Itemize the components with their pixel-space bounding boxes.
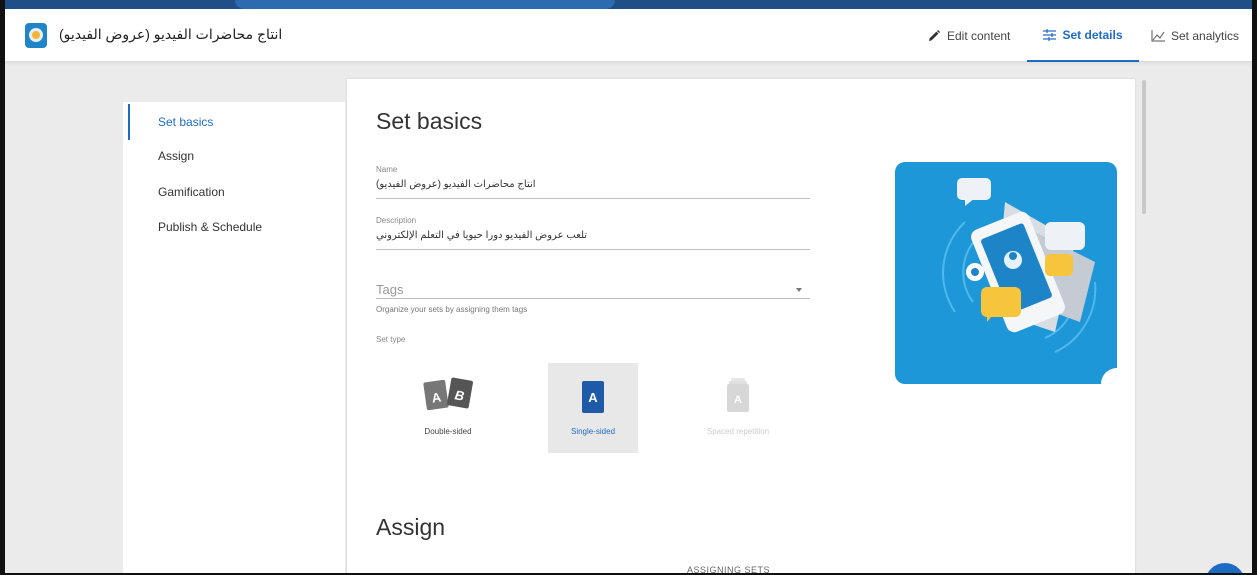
single-sided-card-icon: A bbox=[581, 380, 605, 419]
app-logo-icon[interactable] bbox=[25, 23, 47, 48]
set-title: انتاج محاضرات الفيديو (عروض الفيديو) bbox=[59, 26, 283, 42]
type-caption-single-sided: Single-sided bbox=[570, 427, 616, 436]
name-field[interactable]: انتاج محاضرات الفيديو (عروض الفيديو) bbox=[376, 179, 810, 190]
description-field[interactable]: تلعب عروض الفيديو دورا حيويا في التعلم ا… bbox=[376, 230, 810, 241]
set-cover-image[interactable] bbox=[895, 162, 1117, 384]
tags-select[interactable]: Tags bbox=[376, 282, 403, 297]
section-sidebar: Set basics Assign Gamification Publish &… bbox=[123, 102, 345, 573]
chevron-down-icon[interactable] bbox=[796, 288, 802, 292]
scrollbar-thumb[interactable] bbox=[1142, 80, 1146, 214]
description-field-label: Description bbox=[376, 216, 417, 225]
top-banner bbox=[5, 0, 1252, 9]
svg-text:A: A bbox=[588, 390, 598, 405]
set-details-panel: Set basics Name انتاج محاضرات الفيديو (ع… bbox=[347, 79, 1135, 575]
sliders-icon bbox=[1043, 28, 1057, 41]
pencil-icon bbox=[927, 29, 941, 43]
tab-edit-content[interactable]: Edit content bbox=[927, 9, 1010, 62]
sidebar-item-publish-schedule[interactable]: Publish & Schedule bbox=[158, 220, 262, 234]
tab-set-analytics[interactable]: Set analytics bbox=[1151, 9, 1239, 62]
tags-field-underline bbox=[376, 298, 810, 299]
floating-action-button[interactable] bbox=[1205, 563, 1245, 573]
sidebar-item-gamification[interactable]: Gamification bbox=[158, 185, 225, 199]
description-field-underline bbox=[376, 249, 810, 250]
tab-set-details[interactable]: Set details bbox=[1027, 9, 1139, 62]
phone-illustration-icon bbox=[942, 178, 1117, 384]
spaced-repetition-card-icon: A bbox=[726, 378, 750, 419]
set-type-double-sided[interactable]: A B Double-sided bbox=[403, 363, 493, 453]
set-type-label: Set type bbox=[376, 335, 406, 344]
type-caption-double-sided: Double-sided bbox=[424, 427, 472, 436]
tab-label: Set details bbox=[1062, 27, 1123, 42]
name-field-underline bbox=[376, 198, 810, 199]
type-caption-spaced-repetition: Spaced repetition bbox=[706, 427, 770, 436]
assigning-sets-label: ASSIGNING SETS bbox=[687, 565, 771, 575]
double-sided-card-icon: A B bbox=[421, 375, 481, 420]
app-window: انتاج محاضرات الفيديو (عروض الفيديو) Edi… bbox=[0, 0, 1257, 575]
section-title-assign: Assign bbox=[376, 514, 446, 540]
section-title-set-basics: Set basics bbox=[376, 108, 483, 134]
tags-hint: Organize your sets by assigning them tag… bbox=[376, 305, 528, 314]
analytics-icon bbox=[1151, 29, 1165, 42]
name-field-label: Name bbox=[376, 165, 398, 174]
app-header: انتاج محاضرات الفيديو (عروض الفيديو) Edi… bbox=[5, 9, 1252, 62]
sidebar-item-set-basics[interactable]: Set basics bbox=[158, 115, 213, 129]
set-type-spaced-repetition: A Spaced repetition bbox=[693, 363, 783, 453]
svg-text:A: A bbox=[734, 394, 742, 406]
set-type-single-sided[interactable]: A Single-sided bbox=[548, 363, 638, 453]
tab-label: Set analytics bbox=[1171, 28, 1240, 43]
tab-label: Edit content bbox=[947, 28, 1011, 43]
active-section-marker bbox=[128, 104, 130, 140]
sidebar-item-assign[interactable]: Assign bbox=[158, 149, 194, 163]
